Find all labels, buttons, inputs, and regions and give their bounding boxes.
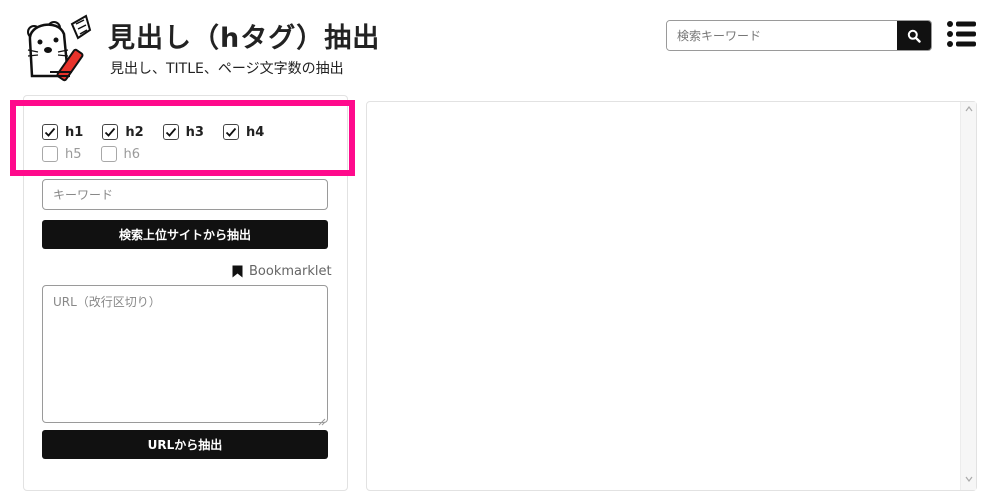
search-icon bbox=[907, 29, 921, 43]
bookmarklet-link[interactable]: Bookmarklet bbox=[232, 264, 332, 279]
results-scrollbar[interactable] bbox=[960, 102, 976, 490]
resize-grip-icon[interactable] bbox=[316, 411, 326, 426]
url-extract-button[interactable]: URLから抽出 bbox=[42, 430, 328, 459]
scroll-up-icon[interactable] bbox=[961, 106, 977, 116]
hamburger-menu-icon[interactable] bbox=[946, 20, 978, 48]
site-search-input[interactable] bbox=[667, 21, 897, 50]
bookmark-icon bbox=[232, 265, 243, 278]
scroll-down-icon[interactable] bbox=[961, 476, 977, 486]
search-extract-button[interactable]: 検索上位サイトから抽出 bbox=[42, 220, 328, 249]
highlight-frame bbox=[10, 100, 355, 176]
bookmarklet-label: Bookmarklet bbox=[249, 264, 332, 279]
site-search bbox=[666, 20, 932, 51]
url-textarea[interactable] bbox=[42, 285, 328, 423]
search-button[interactable] bbox=[897, 21, 931, 50]
page-subtitle: 見出し、TITLE、ページ文字数の抽出 bbox=[110, 61, 344, 77]
otter-mascot-icon[interactable] bbox=[24, 10, 100, 82]
page-title: 見出し（hタグ）抽出 bbox=[108, 23, 381, 54]
results-panel bbox=[366, 101, 977, 491]
keyword-input[interactable] bbox=[42, 179, 328, 210]
